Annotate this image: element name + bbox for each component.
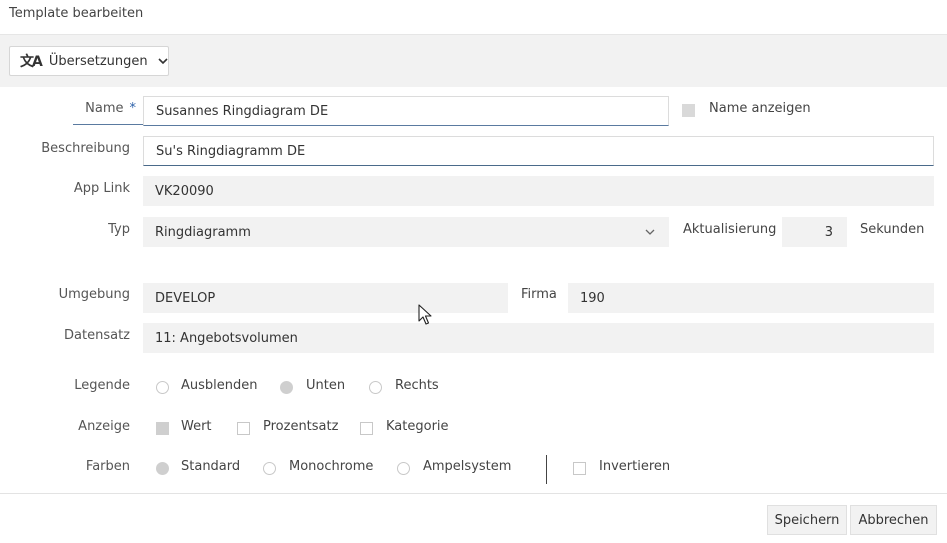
invert-checkbox[interactable] [573,462,586,475]
translate-icon: 文A [20,54,43,70]
colors-option-monochrome: Monochrome [289,459,374,474]
app-link-label: App Link [73,181,130,196]
colors-option-standard: Standard [181,459,241,474]
toolbar: 文A Übersetzungen [0,34,947,87]
dataset-field: 11: Angebotsvolumen [143,323,934,353]
divider [546,455,547,484]
company-field: 190 [568,283,934,313]
translations-button[interactable]: 文A Übersetzungen [9,46,169,76]
dialog-title-bar: Template bearbeiten [0,0,947,34]
save-button[interactable]: Speichern [767,505,847,535]
legend-radio-right[interactable] [369,381,382,394]
display-checkbox-percent[interactable] [237,422,250,435]
legend-option-hide: Ausblenden [181,378,258,393]
legend-radio-hide[interactable] [156,381,169,394]
dataset-label: Datensatz [64,328,130,343]
display-label: Anzeige [78,419,130,434]
name-label: Name * [85,101,137,116]
invert-label: Invertieren [599,459,671,474]
display-option-category: Kategorie [386,419,449,434]
show-name-checkbox[interactable] [682,104,695,117]
dialog-title: Template bearbeiten [9,6,144,21]
display-option-value: Wert [181,419,212,434]
dialog-footer: Speichern Abbrechen [0,493,947,543]
translations-label: Übersetzungen [48,53,148,69]
display-option-percent: Prozentsatz [263,419,339,434]
type-label: Typ [108,222,130,237]
cancel-button[interactable]: Abbrechen [850,505,937,535]
display-checkbox-category[interactable] [360,422,373,435]
environment-field: DEVELOP [143,283,508,313]
chevron-down-icon [158,58,168,65]
mouse-cursor-icon [418,304,432,325]
show-name-label: Name anzeigen [709,101,811,116]
legend-label: Legende [74,378,130,393]
chevron-down-icon [645,229,655,235]
refresh-unit: Sekunden [860,222,925,237]
refresh-input[interactable]: 3 [782,217,847,247]
refresh-label: Aktualisierung [683,222,777,237]
app-link-field: VK20090 [143,176,934,206]
colors-option-traffic-light: Ampelsystem [423,459,512,474]
legend-option-bottom: Unten [306,378,346,393]
legend-radio-bottom[interactable] [280,381,293,394]
colors-label: Farben [85,459,130,474]
environment-label: Umgebung [58,287,130,302]
description-label: Beschreibung [41,141,130,156]
legend-option-right: Rechts [395,378,439,393]
type-select[interactable]: Ringdiagramm [143,217,669,247]
name-input[interactable]: Susannes Ringdiagram DE [143,96,669,126]
name-label-underline [73,124,143,125]
colors-radio-traffic-light[interactable] [397,462,410,475]
required-asterisk: * [129,101,137,116]
colors-radio-standard[interactable] [156,462,169,475]
description-input[interactable]: Su's Ringdiagramm DE [143,136,934,166]
colors-radio-monochrome[interactable] [263,462,276,475]
display-checkbox-value[interactable] [156,422,169,435]
company-label: Firma [521,287,557,302]
